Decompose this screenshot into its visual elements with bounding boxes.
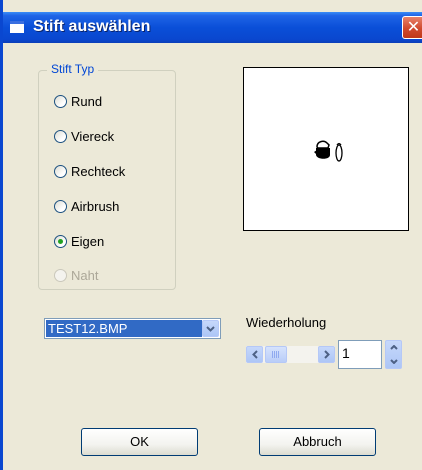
scroll-right-button[interactable]	[318, 346, 335, 363]
file-combo[interactable]: TEST12.BMP	[44, 318, 221, 339]
scroll-thumb[interactable]	[265, 346, 287, 363]
combo-dropdown-button[interactable]	[202, 320, 219, 337]
repeat-scrollbar[interactable]	[246, 346, 335, 363]
radio-rund[interactable]: Rund	[54, 93, 102, 109]
grip-icon	[272, 351, 280, 358]
repeat-label: Wiederholung	[246, 315, 327, 330]
close-button[interactable]: ✕	[402, 16, 422, 39]
title-bar[interactable]: Stift auswählen ✕	[3, 12, 422, 43]
scroll-left-button[interactable]	[246, 346, 263, 363]
radio-circle[interactable]	[54, 94, 67, 108]
radio-label: Airbrush	[71, 198, 120, 214]
radio-label: Naht	[71, 267, 99, 283]
pen-type-legend: Stift Typ	[47, 61, 99, 77]
radio-circle-checked[interactable]	[54, 234, 67, 248]
radio-eigen[interactable]: Eigen	[54, 233, 104, 249]
dialog-window: Stift auswählen ✕ Stift Typ Rund Viereck…	[0, 0, 422, 470]
radio-label: Eigen	[71, 233, 105, 249]
repeat-input[interactable]: 1	[338, 340, 382, 369]
chevron-left-icon	[247, 347, 262, 362]
window-icon	[10, 21, 24, 33]
radio-circle[interactable]	[54, 199, 67, 213]
combo-selected-value[interactable]: TEST12.BMP	[46, 320, 202, 337]
radio-label: Rund	[71, 93, 103, 109]
spin-down-button[interactable]	[386, 355, 401, 368]
radio-airbrush[interactable]: Airbrush	[54, 198, 119, 214]
radio-circle[interactable]	[54, 164, 67, 178]
spin-up-button[interactable]	[386, 341, 401, 354]
chevron-down-icon	[386, 355, 401, 368]
radio-circle-disabled	[54, 268, 67, 282]
chevron-down-icon	[203, 321, 218, 336]
radio-label: Viereck	[71, 128, 115, 144]
radio-viereck[interactable]: Viereck	[54, 128, 114, 144]
radio-label: Rechteck	[71, 163, 126, 179]
chevron-up-icon	[386, 341, 401, 354]
pen-preview	[243, 67, 409, 231]
ok-button[interactable]: OK	[81, 428, 198, 456]
chevron-right-icon	[319, 347, 334, 362]
window-title: Stift auswählen	[33, 18, 151, 35]
cancel-button[interactable]: Abbruch	[259, 428, 376, 456]
repeat-spinner[interactable]	[385, 340, 402, 369]
radio-naht: Naht	[54, 267, 98, 283]
brush-icon	[314, 140, 343, 162]
radio-circle[interactable]	[54, 129, 67, 143]
radio-rechteck[interactable]: Rechteck	[54, 163, 125, 179]
